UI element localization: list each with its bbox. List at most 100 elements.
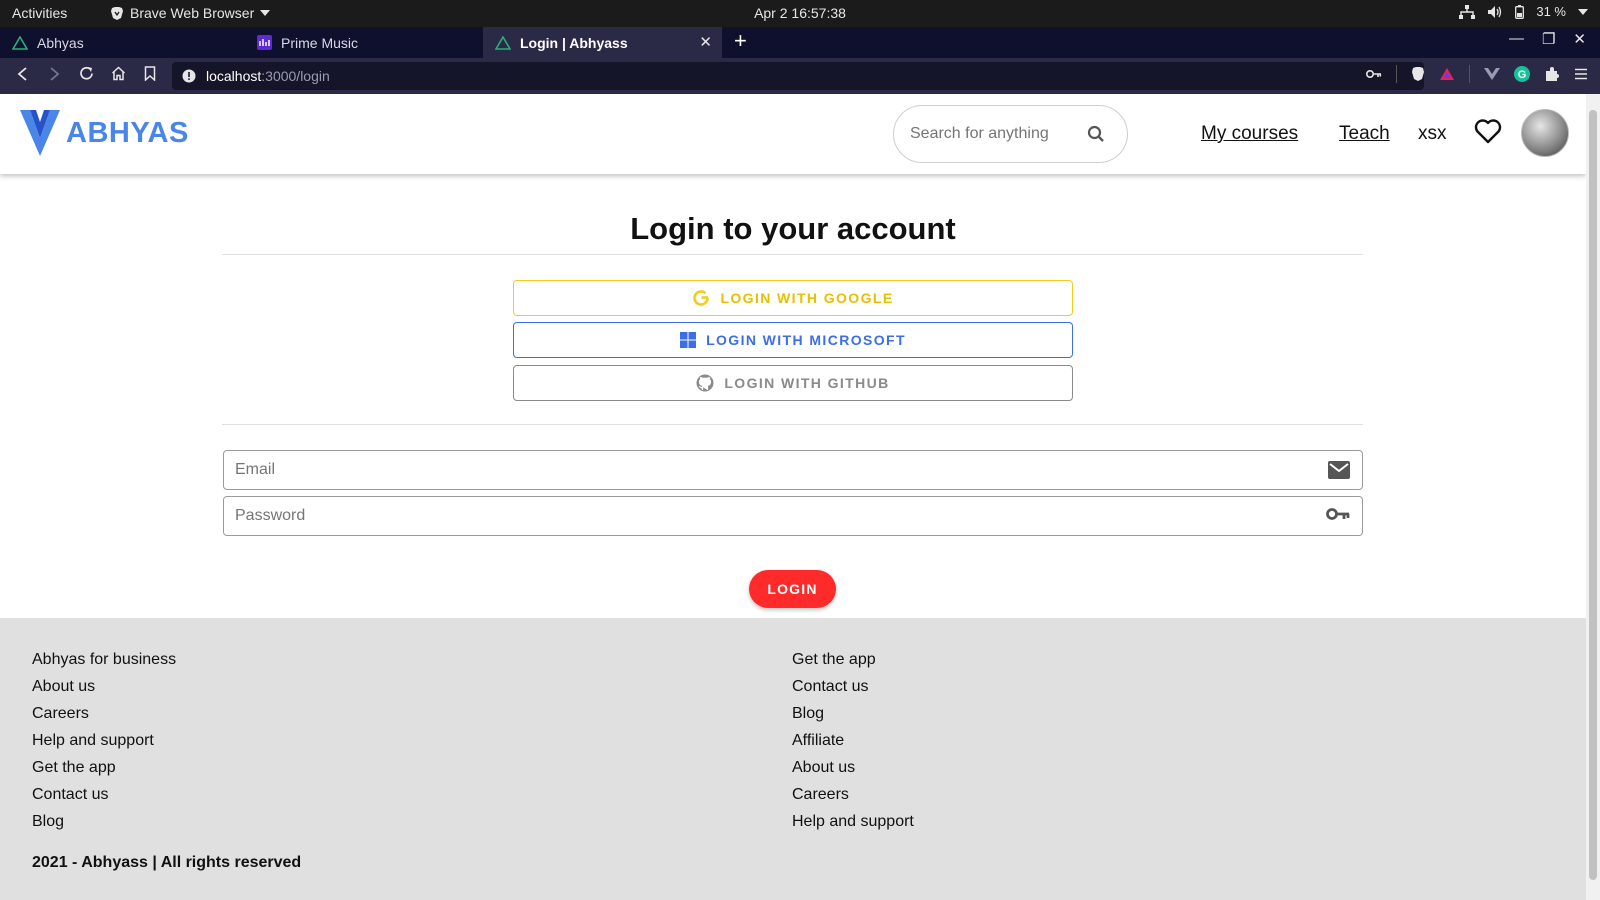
search-input[interactable] bbox=[910, 125, 1080, 143]
footer-link[interactable]: Get the app bbox=[792, 650, 914, 677]
my-courses-link[interactable]: My courses bbox=[1201, 123, 1298, 145]
menu-hamburger-icon[interactable] bbox=[1574, 68, 1588, 80]
battery-level: 31 % bbox=[1536, 4, 1566, 19]
svg-text:G: G bbox=[1518, 69, 1527, 81]
extensions-puzzle-icon[interactable] bbox=[1544, 66, 1560, 82]
divider bbox=[222, 424, 1363, 425]
password-key-icon[interactable] bbox=[1366, 69, 1382, 79]
footer-link[interactable]: Blog bbox=[792, 704, 914, 731]
password-field[interactable] bbox=[223, 496, 1363, 536]
footer-link[interactable]: Help and support bbox=[32, 731, 176, 758]
prime-music-favicon-icon bbox=[257, 35, 272, 50]
reload-icon bbox=[79, 66, 93, 80]
login-button[interactable]: LOGIN bbox=[749, 570, 836, 608]
brave-shields-icon[interactable] bbox=[1411, 66, 1425, 82]
scrollbar-thumb[interactable] bbox=[1589, 110, 1597, 880]
app-menu[interactable]: Brave Web Browser bbox=[110, 5, 271, 21]
back-button[interactable] bbox=[12, 65, 34, 87]
clock[interactable]: Apr 2 16:57:38 bbox=[754, 5, 846, 21]
chevron-down-icon bbox=[1578, 8, 1588, 15]
tab-label: Abhyas bbox=[37, 34, 84, 51]
activities-button[interactable]: Activities bbox=[12, 5, 67, 21]
key-icon bbox=[1326, 508, 1350, 520]
github-button-label: LOGIN WITH GITHUB bbox=[724, 375, 890, 391]
tab-label: Prime Music bbox=[281, 34, 359, 51]
abhyas-logo-icon bbox=[20, 110, 60, 156]
new-tab-button[interactable]: + bbox=[734, 30, 747, 52]
bookmark-icon bbox=[144, 66, 156, 82]
footer-link[interactable]: Careers bbox=[32, 704, 176, 731]
site-footer: Abhyas for business About us Careers Hel… bbox=[0, 618, 1586, 900]
heart-icon[interactable] bbox=[1474, 118, 1502, 144]
reload-button[interactable] bbox=[75, 65, 97, 87]
footer-link[interactable]: Contact us bbox=[792, 677, 914, 704]
login-with-github-button[interactable]: LOGIN WITH GITHUB bbox=[513, 365, 1073, 401]
login-with-microsoft-button[interactable]: LOGIN WITH MICROSOFT bbox=[513, 322, 1073, 358]
url-host: localhost bbox=[206, 68, 262, 84]
footer-link[interactable]: Affiliate bbox=[792, 731, 914, 758]
bookmark-button[interactable] bbox=[139, 65, 161, 87]
username-label[interactable]: xsx bbox=[1418, 123, 1447, 145]
login-with-google-button[interactable]: LOGIN WITH GOOGLE bbox=[513, 280, 1073, 316]
vue-devtools-icon[interactable] bbox=[1484, 67, 1500, 81]
browser-tab-strip: Abhyas Prime Music Login | Abhyass ✕ bbox=[0, 27, 1600, 58]
url-path: :3000/login bbox=[261, 68, 330, 84]
tab-abhyas[interactable]: Abhyas bbox=[0, 27, 245, 58]
google-icon bbox=[693, 290, 710, 306]
chevron-down-icon bbox=[260, 10, 271, 16]
github-icon bbox=[696, 374, 714, 392]
volume-icon bbox=[1488, 5, 1502, 18]
teach-link[interactable]: Teach bbox=[1339, 123, 1390, 145]
site-logo[interactable]: ABHYAS bbox=[18, 108, 189, 158]
close-tab-icon[interactable]: ✕ bbox=[699, 33, 712, 51]
mail-icon bbox=[1328, 461, 1350, 479]
brave-lion-icon bbox=[111, 6, 123, 20]
app-name: Brave Web Browser bbox=[130, 5, 255, 21]
password-input[interactable] bbox=[235, 507, 1295, 525]
site-info-icon[interactable] bbox=[182, 69, 196, 83]
brave-rewards-icon[interactable] bbox=[1439, 67, 1455, 81]
extension-toolbar: G bbox=[1366, 65, 1588, 83]
tab-login-abhyass[interactable]: Login | Abhyass ✕ bbox=[483, 27, 722, 58]
back-arrow-icon bbox=[17, 67, 27, 81]
footer-link[interactable]: Contact us bbox=[32, 785, 176, 812]
footer-column-2: Get the app Contact us Blog Affiliate Ab… bbox=[792, 650, 914, 839]
browser-toolbar: localhost:3000/login G bbox=[0, 58, 1600, 94]
divider bbox=[222, 254, 1363, 255]
microsoft-icon bbox=[680, 332, 697, 348]
forward-button[interactable] bbox=[43, 65, 65, 87]
email-input[interactable] bbox=[235, 461, 1295, 479]
close-window-icon[interactable]: ✕ bbox=[1573, 30, 1586, 48]
email-field[interactable] bbox=[223, 450, 1363, 490]
footer-link[interactable]: Blog bbox=[32, 812, 176, 839]
footer-link[interactable]: Abhyas for business bbox=[32, 650, 176, 677]
forward-arrow-icon bbox=[50, 67, 60, 81]
minimize-icon[interactable]: — bbox=[1509, 30, 1524, 48]
tab-prime-music[interactable]: Prime Music bbox=[245, 27, 483, 58]
battery-icon bbox=[1515, 4, 1525, 19]
address-bar[interactable]: localhost:3000/login bbox=[172, 62, 1424, 90]
system-tray[interactable]: 31 % bbox=[1459, 4, 1588, 19]
footer-link[interactable]: About us bbox=[32, 677, 176, 704]
site-search[interactable] bbox=[893, 105, 1128, 163]
microsoft-button-label: LOGIN WITH MICROSOFT bbox=[706, 332, 906, 348]
copyright-text: 2021 - Abhyass | All rights reserved bbox=[32, 854, 302, 871]
page-scrollbar[interactable] bbox=[1586, 94, 1600, 900]
footer-column-1: Abhyas for business About us Careers Hel… bbox=[32, 650, 176, 839]
page-title: Login to your account bbox=[630, 211, 956, 246]
window-controls: — ❐ ✕ bbox=[1509, 30, 1586, 48]
abhyas-favicon-icon bbox=[12, 35, 28, 50]
web-page: ABHYAS My courses Teach xsx Login to you… bbox=[0, 94, 1586, 900]
restore-icon[interactable]: ❐ bbox=[1542, 30, 1555, 48]
footer-link[interactable]: About us bbox=[792, 758, 914, 785]
search-icon[interactable] bbox=[1087, 125, 1105, 143]
logo-text: ABHYAS bbox=[66, 116, 189, 149]
home-icon bbox=[111, 66, 125, 81]
grammarly-icon[interactable]: G bbox=[1514, 66, 1530, 82]
home-button[interactable] bbox=[107, 65, 129, 87]
footer-link[interactable]: Get the app bbox=[32, 758, 176, 785]
avatar[interactable] bbox=[1521, 109, 1569, 157]
footer-link[interactable]: Help and support bbox=[792, 812, 914, 839]
footer-link[interactable]: Careers bbox=[792, 785, 914, 812]
site-header: ABHYAS My courses Teach xsx bbox=[0, 94, 1586, 174]
